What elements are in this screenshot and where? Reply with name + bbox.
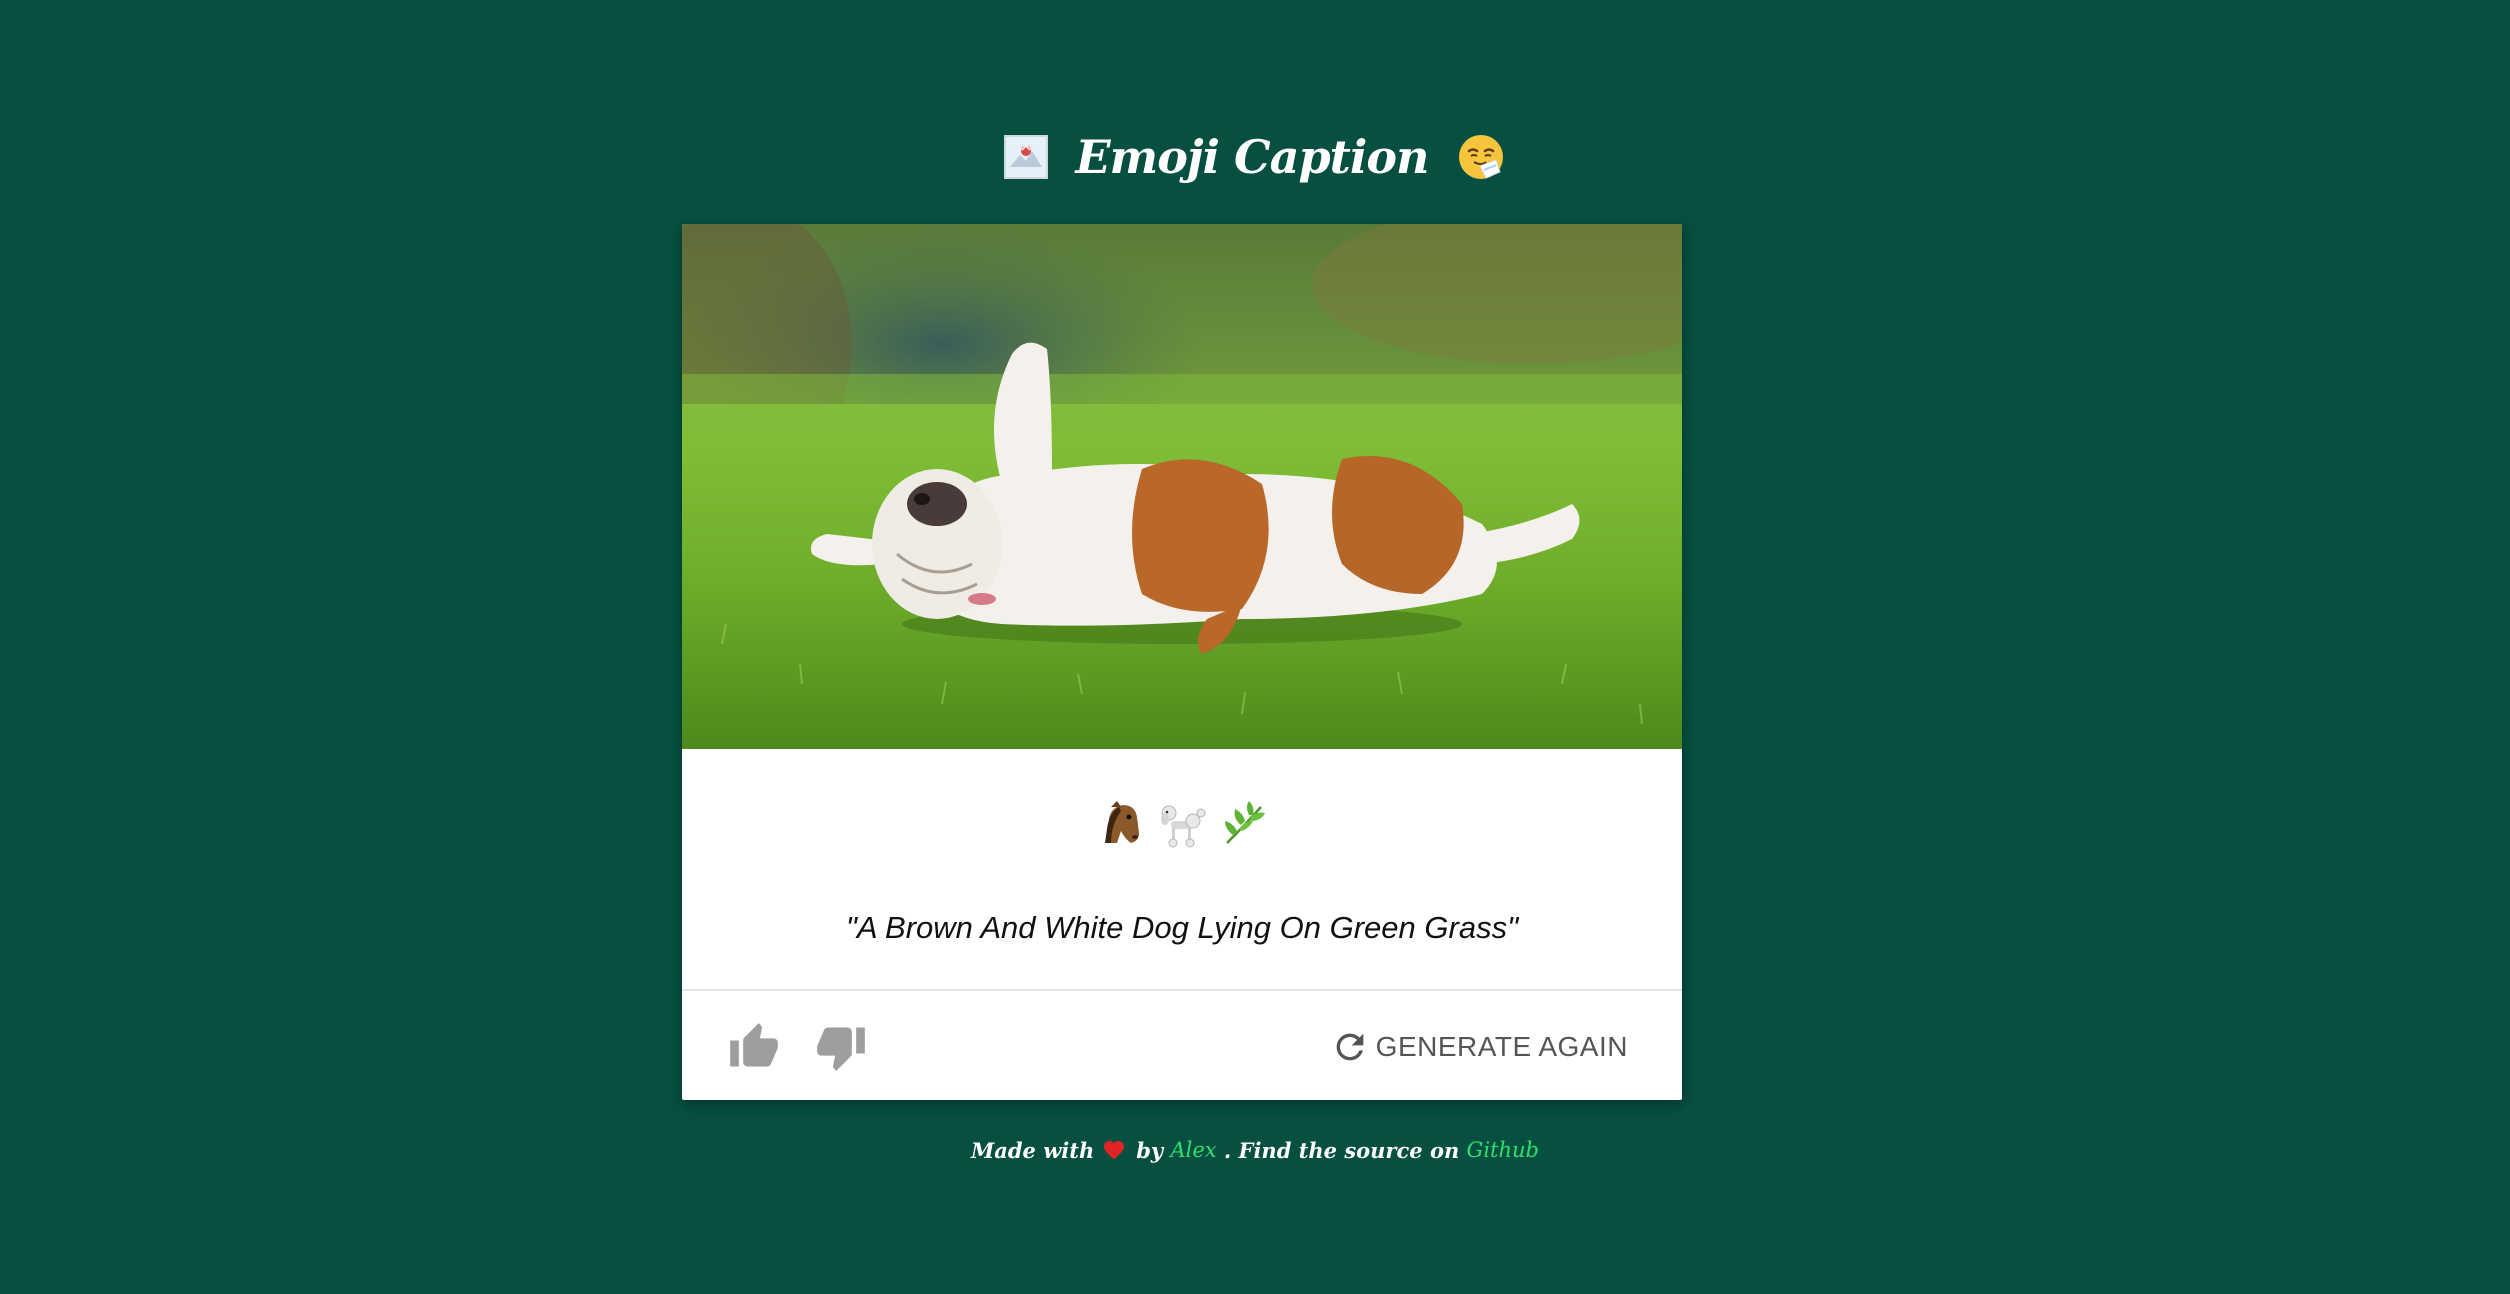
author-link[interactable]: Alex (1170, 1138, 1216, 1162)
github-link[interactable]: Github (1467, 1138, 1539, 1162)
generate-again-label: GENERATE AGAIN (1375, 1031, 1628, 1062)
broken-image-icon (1003, 135, 1048, 179)
footer-find-source: . Find the source on (1223, 1137, 1460, 1163)
thumbs-down-icon[interactable] (815, 1021, 867, 1073)
page-footer: Made with by Alex . Find the source on G… (0, 1130, 2510, 1170)
caption-card: "A Brown And White Dog Lying On Green Gr… (682, 224, 1682, 1100)
heart-icon (1104, 1141, 1125, 1160)
emoji-caption-row (682, 794, 1682, 854)
generate-again-button[interactable]: GENERATE AGAIN (1330, 1023, 1628, 1071)
app-header: Emoji Caption (0, 124, 2510, 190)
sneezing-face-icon (1459, 135, 1504, 179)
herb-icon (1225, 801, 1265, 844)
page: Emoji Caption "A Brown And White Dog Lyi… (0, 0, 2510, 1294)
thumbs-up-icon[interactable] (728, 1021, 780, 1073)
refresh-icon (1336, 1033, 1364, 1061)
poodle-icon (1161, 805, 1206, 848)
horse-face-icon (1105, 801, 1139, 843)
uploaded-photo (682, 224, 1682, 749)
app-title: Emoji Caption (1075, 130, 1430, 184)
card-actions: GENERATE AGAIN (682, 991, 1682, 1100)
footer-made-with: Made with (971, 1137, 1095, 1163)
footer-by: by (1136, 1137, 1164, 1163)
image-caption: "A Brown And White Dog Lying On Green Gr… (845, 910, 1519, 945)
